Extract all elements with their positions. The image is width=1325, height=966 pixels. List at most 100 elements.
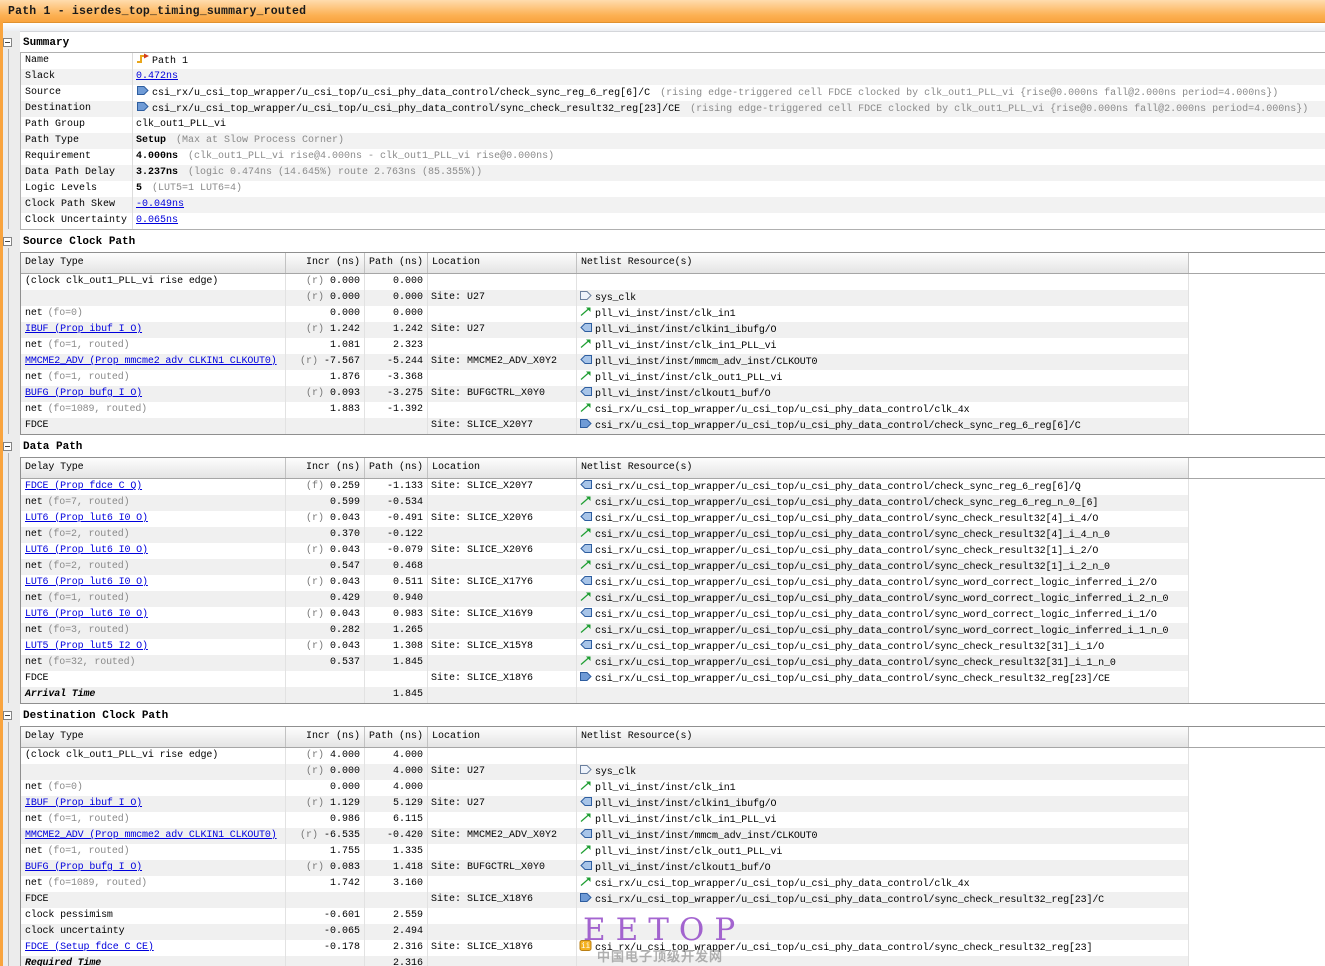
value-text: 5 bbox=[136, 183, 143, 194]
net-icon bbox=[579, 780, 593, 791]
location-cell: Site: MMCME2_ADV_X0Y2 bbox=[428, 828, 577, 844]
delay-type-cell: net (fo=1089, routed) bbox=[21, 402, 286, 418]
section-title: Data Path bbox=[23, 441, 83, 453]
netlist-cell: csi_rx/u_csi_top_wrapper/u_csi_top/u_csi… bbox=[577, 402, 1189, 418]
column-header[interactable]: Location bbox=[428, 727, 577, 747]
path-table: Delay Type Incr (ns) Path (ns) Location Netl… bbox=[20, 252, 1325, 435]
location-cell: Site: SLICE_X20Y6 bbox=[428, 511, 577, 527]
value-link[interactable]: IBUF (Prop ibuf I O) bbox=[25, 798, 142, 809]
output-pin-icon bbox=[579, 322, 593, 333]
row-filler bbox=[1189, 511, 1325, 527]
summary-row: Destination csi_rx/u_csi_top_wrapper/u_cs… bbox=[21, 101, 1325, 117]
value-link[interactable]: BUFG (Prop bufg I O) bbox=[25, 388, 142, 399]
netlist-cell: pll_vi_inst/inst/mmcm_adv_inst/CLKOUT0 bbox=[577, 828, 1189, 844]
column-header[interactable]: Location bbox=[428, 458, 577, 478]
column-header[interactable]: Path (ns) bbox=[365, 253, 428, 273]
value-link[interactable]: MMCME2_ADV (Prop mmcme2 adv CLKIN1 CLKOU… bbox=[25, 356, 277, 367]
row-filler bbox=[1189, 623, 1325, 639]
delay-type-cell: LUT6 (Prop lut6 I0 O) bbox=[21, 543, 286, 559]
value-text: net bbox=[25, 846, 43, 857]
edge-prefix: (r) bbox=[305, 750, 330, 761]
delay-type-cell: IBUF (Prop ibuf I O) bbox=[21, 796, 286, 812]
netlist-cell bbox=[577, 274, 1189, 290]
edge-prefix: (r) bbox=[305, 513, 330, 524]
value-link[interactable]: -0.049ns bbox=[136, 199, 184, 210]
path-cell: -0.122 bbox=[365, 527, 428, 543]
collapse-toggle-icon[interactable] bbox=[3, 38, 12, 47]
row-filler bbox=[1189, 956, 1325, 966]
window-title-bar[interactable]: Path 1 - iserdes_top_timing_summary_rout… bbox=[0, 0, 1325, 23]
value-link[interactable]: 0.472ns bbox=[136, 71, 178, 82]
column-header[interactable]: Location bbox=[428, 253, 577, 273]
value-link[interactable]: FDCE (Setup fdce C CE) bbox=[25, 942, 154, 953]
delay-type-cell: LUT6 (Prop lut6 I0 O) bbox=[21, 511, 286, 527]
value-link[interactable]: LUT6 (Prop lut6 I0 O) bbox=[25, 513, 148, 524]
value-link[interactable]: LUT5 (Prop lut5 I2 O) bbox=[25, 641, 148, 652]
delay-type-cell bbox=[21, 764, 286, 780]
summary-row: Requirement 4.000ns (clk_out1_PLL_vi rise@… bbox=[21, 149, 1325, 165]
delay-type-cell: FDCE (Prop fdce C Q) bbox=[21, 479, 286, 495]
path-cell: 0.000 bbox=[365, 290, 428, 306]
netlist-cell: csi_rx/u_csi_top_wrapper/u_csi_top/u_csi… bbox=[577, 655, 1189, 671]
netlist-cell: ii csi_rx/u_csi_top_wrapper/u_csi_top/u_c… bbox=[577, 940, 1189, 956]
incr-cell: 0.599 bbox=[286, 495, 365, 511]
value-link[interactable]: MMCME2_ADV (Prop mmcme2 adv CLKIN1 CLKOU… bbox=[25, 830, 277, 841]
value-link[interactable]: 0.065ns bbox=[136, 215, 178, 226]
output-pin-icon bbox=[579, 479, 593, 490]
value-text: net bbox=[25, 529, 43, 540]
value-text: (fo=0) bbox=[47, 782, 83, 793]
delay-type-cell: net (fo=0) bbox=[21, 306, 286, 322]
netlist-cell: pll_vi_inst/inst/clk_out1_PLL_vi bbox=[577, 370, 1189, 386]
value-text: net bbox=[25, 340, 43, 351]
value-link[interactable]: LUT6 (Prop lut6 I0 O) bbox=[25, 609, 148, 620]
output-pin-icon bbox=[579, 575, 593, 586]
column-header[interactable]: Path (ns) bbox=[365, 727, 428, 747]
table-row: FDCE Site: SLICE_X18Y6 csi_rx/u_csi_top_wr… bbox=[21, 671, 1325, 687]
path-cell: 0.511 bbox=[365, 575, 428, 591]
path-cell: -0.079 bbox=[365, 543, 428, 559]
row-filler bbox=[1189, 828, 1325, 844]
location-cell: Site: U27 bbox=[428, 796, 577, 812]
location-cell bbox=[428, 876, 577, 892]
collapse-toggle-icon[interactable] bbox=[3, 442, 12, 451]
output-pin-icon bbox=[579, 511, 593, 522]
summary-label: Path Type bbox=[21, 133, 133, 149]
collapse-toggle-icon[interactable] bbox=[3, 711, 12, 720]
column-header[interactable]: Delay Type bbox=[21, 727, 286, 747]
net-icon bbox=[579, 623, 593, 634]
value-link[interactable]: IBUF (Prop ibuf I O) bbox=[25, 324, 142, 335]
column-header[interactable]: Delay Type bbox=[21, 458, 286, 478]
column-header[interactable]: Incr (ns) bbox=[286, 253, 365, 273]
value-text: net bbox=[25, 814, 43, 825]
location-cell bbox=[428, 812, 577, 828]
value-link[interactable]: LUT6 (Prop lut6 I0 O) bbox=[25, 577, 148, 588]
path-cell bbox=[365, 892, 428, 908]
collapse-toggle-icon[interactable] bbox=[3, 237, 12, 246]
row-filler bbox=[1189, 479, 1325, 495]
column-header[interactable]: Netlist Resource(s) bbox=[577, 458, 1189, 478]
column-header[interactable]: Path (ns) bbox=[365, 458, 428, 478]
value-text: (fo=1, routed) bbox=[47, 340, 130, 351]
column-header[interactable]: Netlist Resource(s) bbox=[577, 253, 1189, 273]
netlist-cell: csi_rx/u_csi_top_wrapper/u_csi_top/u_csi… bbox=[577, 607, 1189, 623]
summary-value: 0.065ns bbox=[133, 213, 1325, 229]
row-filler bbox=[1189, 780, 1325, 796]
value-text: clock uncertainty bbox=[25, 926, 125, 937]
value-link[interactable]: FDCE (Prop fdce C Q) bbox=[25, 481, 142, 492]
location-cell: Site: U27 bbox=[428, 764, 577, 780]
path-cell: 1.845 bbox=[365, 687, 428, 703]
netlist-cell: pll_vi_inst/inst/clk_out1_PLL_vi bbox=[577, 844, 1189, 860]
column-header[interactable]: Netlist Resource(s) bbox=[577, 727, 1189, 747]
column-header[interactable]: Delay Type bbox=[21, 253, 286, 273]
tree-guide-line bbox=[8, 722, 9, 966]
value-link[interactable]: BUFG (Prop bufg I O) bbox=[25, 862, 142, 873]
location-cell: Site: SLICE_X18Y6 bbox=[428, 671, 577, 687]
summary-value: Setup (Max at Slow Process Corner) bbox=[133, 133, 1325, 149]
column-header[interactable]: Incr (ns) bbox=[286, 727, 365, 747]
location-cell bbox=[428, 527, 577, 543]
value-link[interactable]: LUT6 (Prop lut6 I0 O) bbox=[25, 545, 148, 556]
edge-prefix: (r) bbox=[305, 609, 330, 620]
svg-text:ii: ii bbox=[581, 941, 591, 950]
column-header[interactable]: Incr (ns) bbox=[286, 458, 365, 478]
netlist-cell: csi_rx/u_csi_top_wrapper/u_csi_top/u_csi… bbox=[577, 418, 1189, 434]
